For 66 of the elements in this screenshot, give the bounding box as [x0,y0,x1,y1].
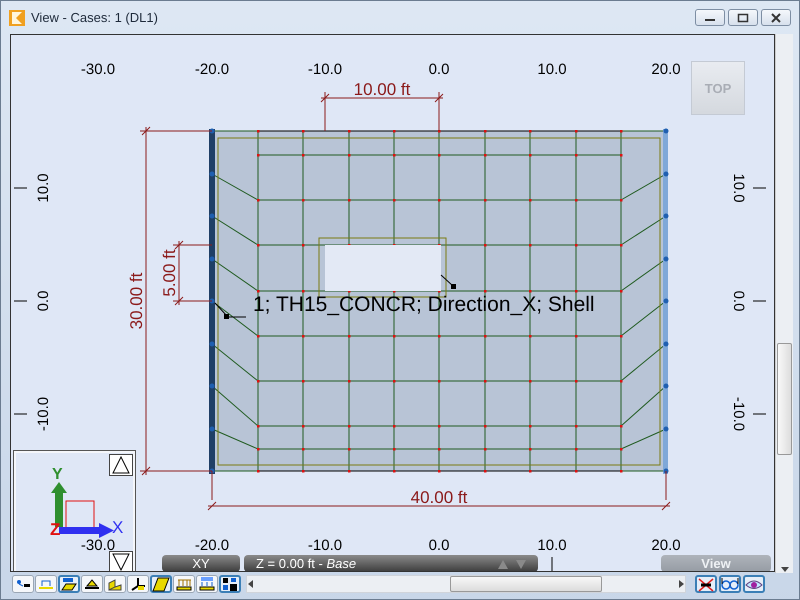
window-title: View - Cases: 1 (DL1) [31,10,159,25]
leader-line [440,274,456,289]
toolbar-button[interactable] [81,575,103,593]
toolbar-button[interactable] [196,575,218,593]
horizontal-scrollbar[interactable] [246,575,686,593]
axis-label: 20.0 [651,61,681,78]
app-logo-icon [9,10,25,26]
dimension-label: 10.00 ft [354,80,410,99]
leader-line [214,302,246,319]
toolbar-button[interactable] [127,575,149,593]
axis-label: 10.0 [537,537,567,554]
axis-label: 0.0 [428,61,450,78]
axis-label: -10.0 [308,537,342,554]
toolbar-button[interactable] [719,575,741,593]
tick-mark [14,300,28,302]
axes-icon [129,576,147,592]
axis-label: -20.0 [194,61,230,78]
glasses-icon [721,576,739,592]
axis-label: -30.0 [80,537,116,554]
axis-label: 20.0 [651,537,681,554]
axis-label: -10.0 [730,396,747,432]
maximize-button[interactable] [728,9,758,26]
dimension-label: 5.00 ft [160,249,179,297]
toolbar-button[interactable] [150,575,172,593]
maximize-icon [737,12,749,22]
elevation-selector[interactable]: Z = 0.00 ft - Base [244,555,538,571]
x-axis-arrow [59,523,114,538]
dimension-label: 30.00 ft [127,272,146,330]
toolbar-button[interactable] [743,575,765,593]
axis-label: 0.0 [730,290,747,312]
scroll-left-arrow-icon[interactable] [247,579,255,589]
scroll-thumb[interactable] [777,342,792,454]
axis-label: -10.0 [35,396,52,432]
plane-selector[interactable]: XY [162,555,240,571]
dimension-label: 40.00 ft [410,488,468,507]
vertical-scrollbar[interactable] [775,34,793,573]
grid-icon [221,576,239,592]
close-button[interactable] [761,9,791,26]
axis-label: 10.0 [730,173,747,203]
toolbar-button[interactable] [58,575,80,593]
hidden-cross-icon [697,576,715,592]
scroll-right-arrow-icon[interactable] [677,579,685,589]
toolbar-button[interactable] [695,575,717,593]
slab-icon [152,576,170,592]
scroll-down-arrow-icon[interactable] [780,567,788,573]
toolbar-button[interactable] [173,575,195,593]
axis-label: 10.0 [35,173,52,203]
axis-name: Y [52,466,63,483]
axis-label: -30.0 [80,61,116,78]
panel-icon [60,576,78,592]
close-icon [770,12,782,22]
scroll-up-button[interactable] [109,454,133,476]
toolbar-button[interactable] [219,575,241,593]
axis-label: 10.0 [537,61,567,78]
minimize-button[interactable] [695,9,725,26]
axis-label: 0.0 [428,537,450,554]
toolbar-button[interactable] [12,575,34,593]
scroll-down-button[interactable] [109,551,133,571]
elevation-text: Z = 0.00 ft - Base [256,556,356,571]
axis-label: -20.0 [194,537,230,554]
toolbar-button[interactable] [104,575,126,593]
tick-mark [752,300,766,302]
load-icon [198,576,216,592]
axis-label: -10.0 [308,61,342,78]
axis-label: 0.0 [35,290,52,312]
axis-name: X [112,518,124,537]
